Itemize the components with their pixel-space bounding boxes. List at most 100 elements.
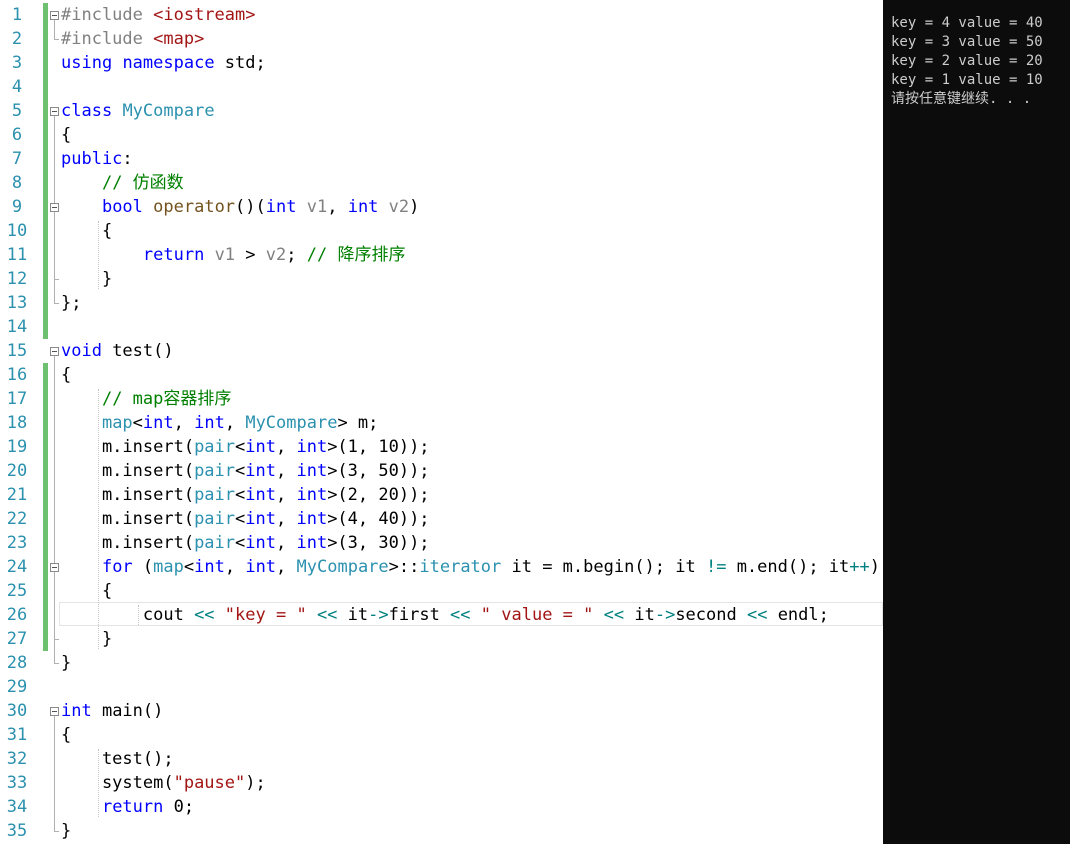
code-line[interactable]: void test() [61,339,174,363]
line-number: 13 [6,293,28,313]
code-token: public [61,149,123,169]
code-token: int [245,509,276,529]
code-token: // 仿函数 [101,173,184,193]
code-line[interactable]: // 仿函数 [61,171,184,195]
code-line[interactable]: system("pause"); [61,771,266,795]
code-line[interactable]: } [61,267,112,291]
fold-line [54,572,55,639]
code-line[interactable]: public: [61,147,133,171]
line-number: 6 [11,125,23,145]
code-line[interactable]: { [61,219,112,243]
code-line[interactable]: } [61,627,112,651]
code-token: v1 [306,197,328,217]
code-token: m.insert( [61,509,195,529]
line-number: 9 [11,197,23,217]
code-line[interactable]: bool operator()(int v1, int v2) [61,195,419,219]
line-number: 35 [6,821,28,841]
line-number: 30 [6,701,28,721]
code-token: int [245,485,276,505]
code-token: { [61,725,72,745]
code-line[interactable]: map<int, int, MyCompare> m; [61,411,378,435]
line-number: 12 [6,269,28,289]
line-number: 5 [11,101,23,121]
code-line[interactable]: using namespace std; [61,51,266,75]
code-line[interactable]: { [61,723,71,747]
console-line: 请按任意键继续. . . [891,91,1032,107]
code-token: << [316,605,338,625]
collapse-icon[interactable] [50,203,59,212]
collapse-icon[interactable] [50,11,59,20]
code-line[interactable]: for (map<int, int, MyCompare>::iterator … [61,555,880,579]
code-line[interactable]: return 0; [61,795,194,819]
code-token: "key = " [224,605,307,625]
line-number: 24 [6,557,28,577]
line-number: 26 [6,605,28,625]
code-token: { [61,581,113,601]
collapse-icon[interactable] [50,563,59,572]
code-token: < [235,485,246,505]
code-token: first [388,605,451,625]
code-line[interactable]: cout << "key = " << it->first << " value… [61,603,829,627]
code-line[interactable]: { [61,363,71,387]
code-token: < [132,413,143,433]
code-line[interactable]: class MyCompare [61,99,215,123]
code-token: <iostream> [153,5,256,25]
line-number: 2 [11,29,23,49]
code-token: >(3, 30)); [327,533,430,553]
code-line[interactable]: m.insert(pair<int, int>(4, 40)); [61,507,430,531]
code-line[interactable]: { [61,579,112,603]
line-number: 28 [6,653,28,673]
code-token: << [450,605,471,625]
code-line[interactable]: #include <map> [61,27,204,51]
code-token: it [624,605,655,625]
code-line[interactable]: test(); [61,747,174,771]
code-line[interactable]: int main() [61,699,163,723]
code-line[interactable]: m.insert(pair<int, int>(3, 30)); [61,531,430,555]
code-token: ) [409,197,420,217]
change-indicator-bar [43,3,48,339]
code-line[interactable]: return v1 > v2; // 降序排序 [61,243,406,267]
code-token: < [235,437,246,457]
code-token: > m; [337,413,379,433]
code-token: int [296,437,328,457]
code-line[interactable]: m.insert(pair<int, int>(2, 20)); [61,483,430,507]
line-number: 27 [6,629,28,649]
code-token: < [235,533,246,553]
collapse-icon[interactable] [50,707,59,716]
change-indicator-bar [43,363,48,651]
code-token: return [142,245,205,265]
code-line[interactable]: #include <iostream> [61,3,255,27]
line-number: 16 [6,365,28,385]
code-line[interactable]: m.insert(pair<int, int>(1, 10)); [61,435,430,459]
code-token: < [235,461,246,481]
code-line[interactable]: // map容器排序 [61,387,231,411]
line-number: 19 [6,437,28,457]
code-token: , [275,437,297,457]
code-token: ++ [849,557,870,577]
code-token: int [296,509,328,529]
collapse-icon[interactable] [50,347,59,356]
code-token: int [245,461,276,481]
fold-line [54,212,55,279]
code-line[interactable]: } [61,819,71,843]
code-token: , [224,557,246,577]
code-token: it = m.begin(); it [501,557,706,577]
code-editor[interactable]: 1 2 3 4 5 6 7 8 9 10 11 12 13 14 15 16 17 18 19 20 21 22 23 24 2… [0,0,883,844]
code-token: using [61,53,113,73]
code-line[interactable]: } [61,651,71,675]
code-token: it [337,605,369,625]
code-line[interactable]: }; [61,291,81,315]
fold-end [54,303,59,304]
code-line[interactable]: m.insert(pair<int, int>(3, 50)); [61,459,430,483]
collapse-icon[interactable] [50,107,59,116]
fold-line [54,716,55,831]
code-line[interactable]: { [61,123,71,147]
line-number: 1 [11,5,23,25]
